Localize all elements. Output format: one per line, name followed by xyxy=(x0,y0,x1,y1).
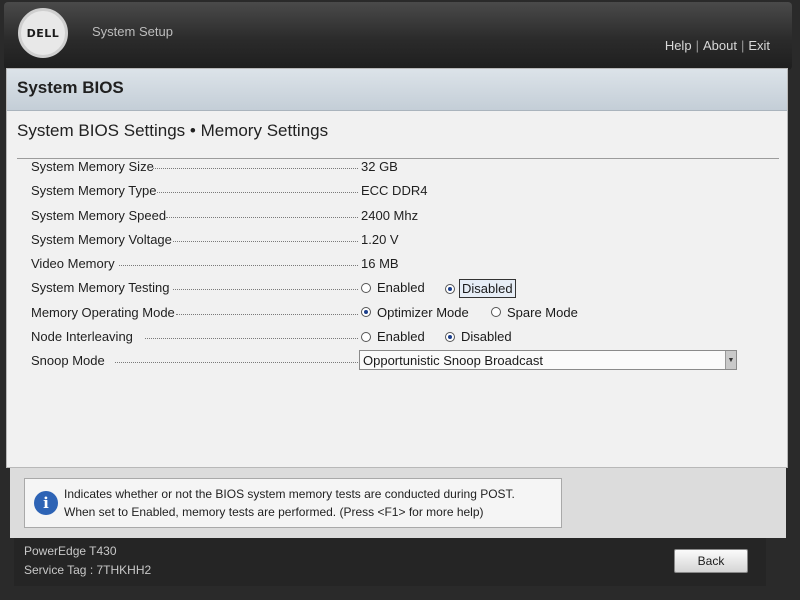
setting-label: Memory Operating Mode xyxy=(31,304,175,320)
help-area: i Indicates whether or not the BIOS syst… xyxy=(10,468,786,538)
setting-label: System Memory Testing xyxy=(31,280,170,296)
setting-label: System Memory Type xyxy=(31,183,157,199)
memory-testing-disabled-radio[interactable]: Disabled xyxy=(445,279,516,299)
help-link[interactable]: Help xyxy=(665,38,692,53)
setting-label: System Memory Speed xyxy=(31,207,167,223)
memory-testing-enabled-radio[interactable]: Enabled xyxy=(361,279,427,296)
dell-logo: DELL xyxy=(18,8,68,58)
logo-text: DELL xyxy=(26,26,60,40)
about-link[interactable]: About xyxy=(703,38,737,53)
leader-dots xyxy=(157,192,358,194)
setting-value: 16 MB xyxy=(361,256,399,272)
leader-dots xyxy=(115,362,358,364)
settings-panel: System BIOS System BIOS Settings • Memor… xyxy=(6,68,788,468)
model-name: PowerEdge T430 xyxy=(24,544,117,558)
help-line-2: When set to Enabled, memory tests are pe… xyxy=(64,505,484,519)
settings-list: System Memory Size 32 GB System Memory T… xyxy=(21,155,781,374)
info-icon: i xyxy=(34,491,58,515)
row-video-memory: Video Memory 16 MB xyxy=(21,252,781,276)
leader-dots xyxy=(119,265,358,267)
exit-link[interactable]: Exit xyxy=(748,38,770,53)
leader-dots xyxy=(153,168,358,169)
radio-off-icon xyxy=(361,331,371,342)
help-box: i Indicates whether or not the BIOS syst… xyxy=(24,478,562,528)
leader-dots xyxy=(166,216,358,218)
radio-on-icon xyxy=(445,331,455,342)
row-system-memory-testing: System Memory Testing Enabled Disabled xyxy=(21,276,781,300)
row-node-interleaving: Node Interleaving Enabled Disabled xyxy=(21,325,781,349)
spare-mode-radio[interactable]: Spare Mode xyxy=(491,304,580,321)
row-system-memory-voltage: System Memory Voltage 1.20 V xyxy=(21,228,781,252)
setting-value: 32 GB xyxy=(361,159,398,174)
setting-label: Snoop Mode xyxy=(31,353,105,369)
section-bar: System BIOS xyxy=(7,69,787,111)
optimizer-mode-radio[interactable]: Optimizer Mode xyxy=(361,304,471,321)
node-interleaving-disabled-radio[interactable]: Disabled xyxy=(445,328,514,345)
row-snoop-mode: Snoop Mode Opportunistic Snoop Broadcast… xyxy=(21,349,781,373)
leader-dots xyxy=(176,313,358,315)
section-title: System BIOS xyxy=(17,78,124,97)
leader-dots xyxy=(173,289,358,291)
page-breadcrumb: System BIOS Settings • Memory Settings xyxy=(17,121,329,140)
leader-dots xyxy=(173,240,358,242)
setting-value: ECC DDR4 xyxy=(361,183,428,199)
snoop-mode-value: Opportunistic Snoop Broadcast xyxy=(363,353,543,369)
setting-label: Video Memory xyxy=(31,256,115,272)
row-system-memory-speed: System Memory Speed 2400 Mhz xyxy=(21,204,781,228)
radio-on-icon xyxy=(361,307,371,318)
top-bar: DELL System Setup Help | About | Exit xyxy=(4,2,792,70)
node-interleaving-enabled-radio[interactable]: Enabled xyxy=(361,328,427,345)
setting-label: Node Interleaving xyxy=(31,329,133,345)
radio-off-icon xyxy=(491,307,501,318)
footer-bar: PowerEdge T430 Service Tag : 7THKHH2 Bac… xyxy=(14,538,766,586)
row-system-memory-size: System Memory Size 32 GB xyxy=(21,155,781,179)
setting-label: System Memory Voltage xyxy=(31,231,172,247)
back-button[interactable]: Back xyxy=(674,549,748,573)
radio-off-icon xyxy=(361,282,371,293)
help-line-1: Indicates whether or not the BIOS system… xyxy=(64,487,515,501)
app-title: System Setup xyxy=(92,24,173,39)
help-text: Indicates whether or not the BIOS system… xyxy=(64,485,515,521)
leader-dots xyxy=(145,338,358,340)
service-tag: Service Tag : 7THKHH2 xyxy=(24,563,152,577)
snoop-mode-select[interactable]: Opportunistic Snoop Broadcast ▼ xyxy=(359,350,737,371)
setting-value: 2400 Mhz xyxy=(361,207,419,223)
radio-on-icon xyxy=(445,283,455,294)
setting-label: System Memory Size xyxy=(31,159,154,174)
setting-value: 1.20 V xyxy=(361,231,399,247)
chevron-down-icon[interactable]: ▼ xyxy=(725,351,736,370)
row-system-memory-type: System Memory Type ECC DDR4 xyxy=(21,179,781,203)
row-memory-operating-mode: Memory Operating Mode Optimizer Mode Spa… xyxy=(21,301,781,325)
top-links: Help | About | Exit xyxy=(664,38,770,53)
